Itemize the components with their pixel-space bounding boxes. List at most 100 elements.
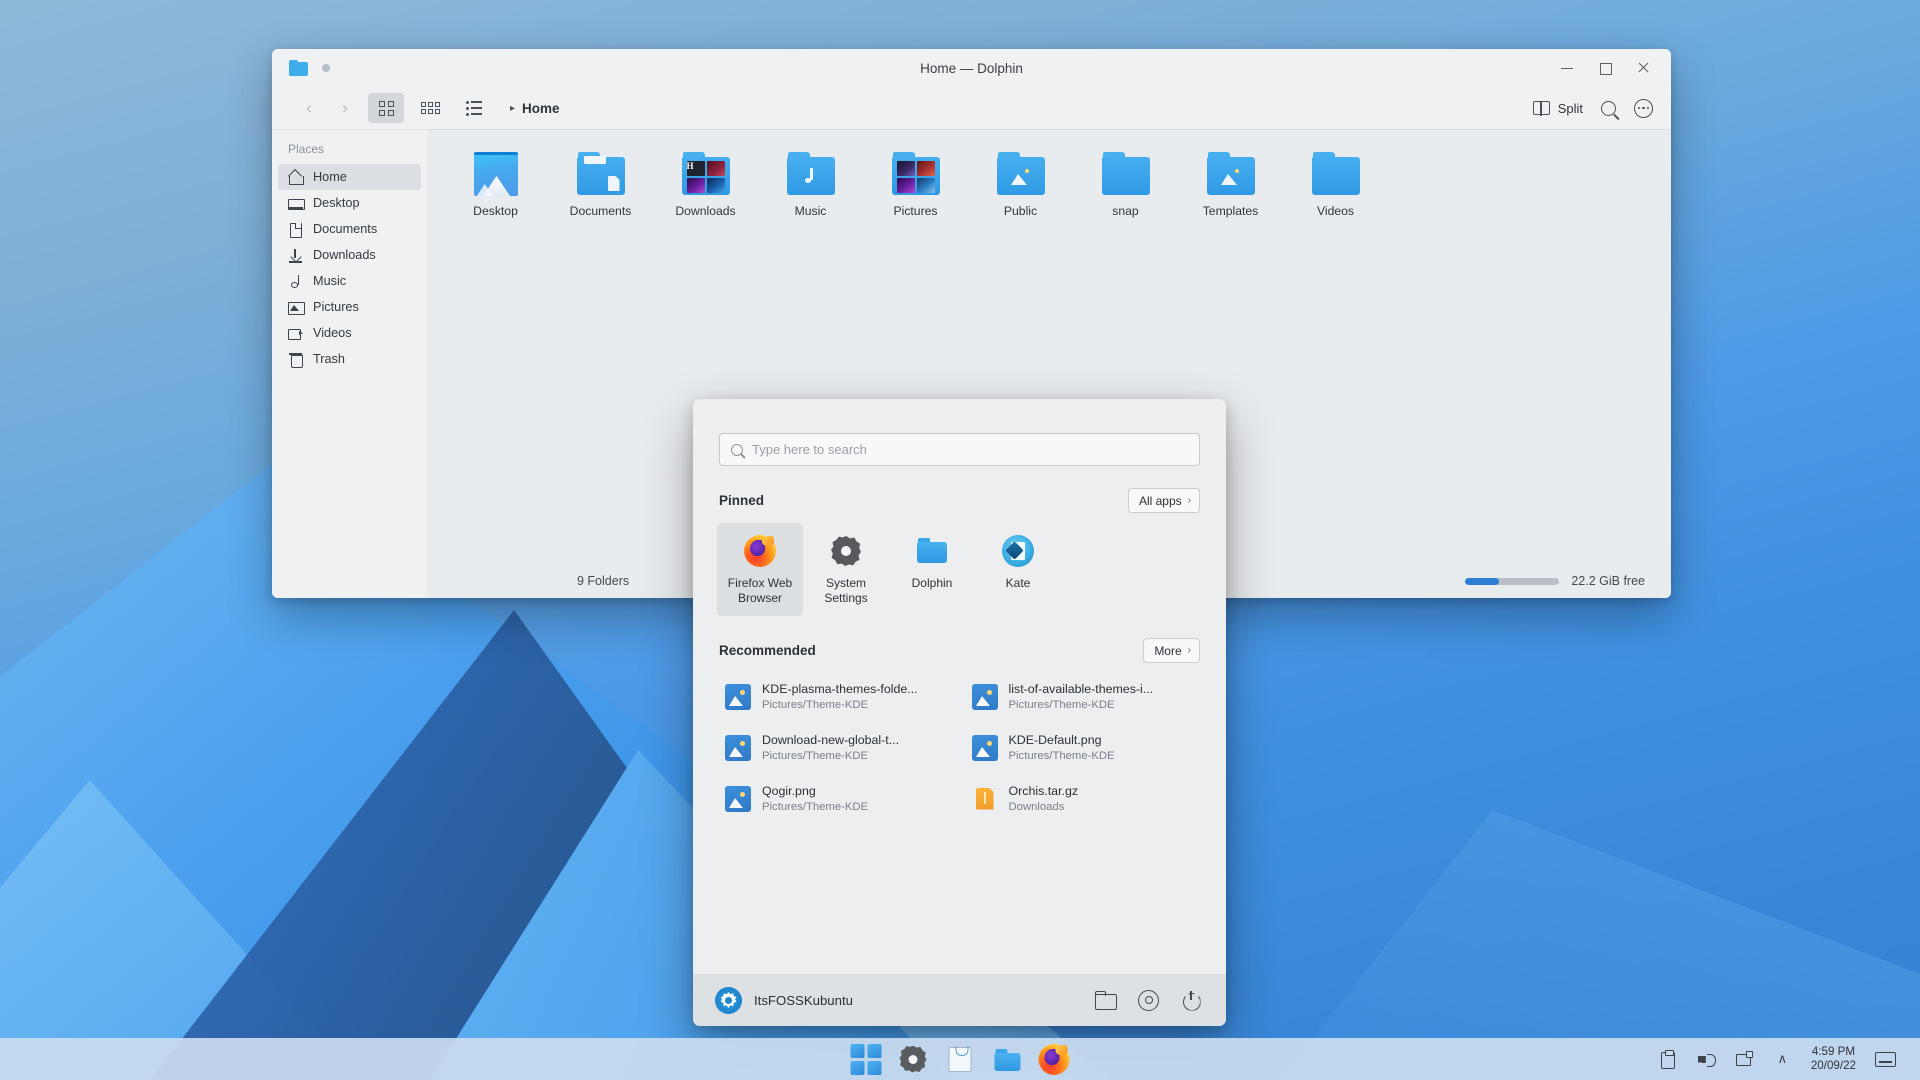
close-icon[interactable] xyxy=(1635,60,1651,76)
archive-file-icon xyxy=(972,786,998,812)
dolphin-icon[interactable] xyxy=(992,1044,1023,1075)
file-item[interactable]: Pictures xyxy=(863,148,968,238)
sidebar-item-documents[interactable]: Documents xyxy=(278,216,421,242)
file-item[interactable]: Documents xyxy=(548,148,653,238)
file-label: Desktop xyxy=(473,204,518,218)
titlebar-left-group xyxy=(282,60,330,76)
file-path: Pictures/Theme-KDE xyxy=(1008,750,1115,762)
clock-date: 20/09/22 xyxy=(1810,1059,1856,1072)
picture-overlay-icon xyxy=(1010,169,1032,185)
search-icon[interactable] xyxy=(1601,100,1616,116)
file-item[interactable]: Videos xyxy=(1283,148,1388,238)
settings-button[interactable] xyxy=(1138,989,1159,1011)
trash-icon xyxy=(288,352,303,368)
sidebar-item-desktop[interactable]: Desktop xyxy=(278,190,421,216)
places-sidebar[interactable]: Places Home Desktop Documents Downloads xyxy=(272,130,427,598)
taskbar[interactable]: ∧ 4:59 PM 20/09/22 xyxy=(0,1038,1920,1080)
music-icon xyxy=(288,274,303,289)
sidebar-item-downloads[interactable]: Downloads xyxy=(278,242,421,268)
all-apps-button[interactable]: All apps › xyxy=(1127,488,1200,513)
app-system-settings[interactable]: System Settings xyxy=(803,523,889,616)
folder-icon xyxy=(916,535,948,567)
folder-thumbnail xyxy=(576,152,626,196)
file-item[interactable]: Templates xyxy=(1178,148,1283,238)
compact-view-button[interactable] xyxy=(412,93,448,123)
wallpaper-preview-icon xyxy=(473,152,518,196)
menu-icon[interactable] xyxy=(1634,98,1653,118)
back-button[interactable]: ‹ xyxy=(294,94,324,122)
toolbar-right-group[interactable]: Split xyxy=(1532,98,1653,118)
chevron-up-icon[interactable]: ∧ xyxy=(1773,1050,1792,1069)
clock-time: 4:59 PM xyxy=(1811,1045,1856,1058)
file-item[interactable]: Public xyxy=(968,148,1073,238)
tab-indicator-dot xyxy=(322,64,330,72)
maximize-icon[interactable] xyxy=(1597,60,1613,76)
pinned-header: Pinned All apps › xyxy=(693,466,1226,513)
network-icon[interactable] xyxy=(1735,1050,1754,1069)
clipboard-icon[interactable] xyxy=(1659,1049,1678,1069)
sidebar-item-home[interactable]: Home xyxy=(278,164,421,190)
folder-thumbnail xyxy=(1101,152,1151,196)
app-firefox[interactable]: Firefox Web Browser xyxy=(717,523,803,616)
folder-thumbnail: H xyxy=(681,152,731,196)
forward-button[interactable]: › xyxy=(330,94,360,122)
clock[interactable]: 4:59 PM 20/09/22 xyxy=(1811,1045,1856,1073)
breadcrumb-arrow-icon: ▸ xyxy=(510,102,516,114)
application-launcher[interactable]: Type here to search Pinned All apps › Fi… xyxy=(693,399,1226,1026)
volume-icon[interactable] xyxy=(1697,1050,1716,1069)
icons-view-button[interactable] xyxy=(368,93,404,123)
dolphin-titlebar[interactable]: Home — Dolphin xyxy=(272,49,1671,87)
details-view-button[interactable] xyxy=(456,93,492,123)
desktop: Home — Dolphin ‹ › ▸ Home Split Places H… xyxy=(0,0,1920,1080)
videos-icon xyxy=(288,326,303,341)
app-kate[interactable]: Kate xyxy=(975,523,1061,616)
user-button[interactable]: ItsFOSSKubuntu xyxy=(715,986,853,1014)
file-item[interactable]: Desktop xyxy=(443,148,548,238)
file-path: Pictures/Theme-KDE xyxy=(762,699,869,711)
item-count: 9 Folders xyxy=(577,574,630,588)
sidebar-item-music[interactable]: Music xyxy=(278,268,421,294)
folder-icon xyxy=(1311,152,1361,196)
list-item[interactable]: list-of-available-themes-i... Pictures/T… xyxy=(964,673,1203,720)
app-dolphin[interactable]: Dolphin xyxy=(889,523,975,616)
sidebar-item-pictures[interactable]: Pictures xyxy=(278,294,421,320)
chevron-right-icon: › xyxy=(1187,495,1191,506)
breadcrumb[interactable]: ▸ Home xyxy=(510,101,560,116)
power-button[interactable] xyxy=(1181,990,1202,1011)
file-item[interactable]: Music xyxy=(758,148,863,238)
kickoff-icon[interactable] xyxy=(850,1043,882,1075)
more-button[interactable]: More › xyxy=(1143,638,1200,663)
minimize-icon[interactable] xyxy=(1559,60,1575,76)
discover-icon[interactable] xyxy=(945,1044,976,1075)
sidebar-item-trash[interactable]: Trash xyxy=(278,346,421,372)
list-item[interactable]: Download-new-global-t... Pictures/Theme-… xyxy=(717,724,956,771)
window-title: Home — Dolphin xyxy=(920,60,1023,76)
search-input[interactable]: Type here to search xyxy=(719,433,1200,466)
app-label: Firefox Web Browser xyxy=(727,576,793,605)
system-tray: ∧ 4:59 PM 20/09/22 xyxy=(1659,1045,1920,1073)
show-desktop-icon[interactable] xyxy=(1875,1051,1896,1067)
window-controls[interactable] xyxy=(1559,60,1661,76)
list-item[interactable]: Qogir.png Pictures/Theme-KDE xyxy=(717,775,956,822)
thumbnail-previews xyxy=(896,161,935,193)
app-label: System Settings xyxy=(824,576,868,605)
file-label: Videos xyxy=(1316,204,1355,218)
wallpaper-shape xyxy=(1280,810,1920,1080)
file-name: Orchis.tar.gz xyxy=(1008,784,1079,798)
files-button[interactable] xyxy=(1095,990,1117,1011)
split-button[interactable]: Split xyxy=(1532,100,1583,116)
sidebar-item-label: Trash xyxy=(313,352,345,366)
file-label: Documents xyxy=(569,204,632,218)
file-item[interactable]: H Downloads xyxy=(653,148,758,238)
free-space-label: 22.2 GiB free xyxy=(1571,574,1645,588)
firefox-icon[interactable] xyxy=(1038,1043,1070,1075)
list-item[interactable]: KDE-plasma-themes-folde... Pictures/Them… xyxy=(717,673,956,720)
dolphin-toolbar[interactable]: ‹ › ▸ Home Split xyxy=(272,87,1671,130)
breadcrumb-home[interactable]: Home xyxy=(522,101,560,116)
all-apps-label: All apps xyxy=(1138,493,1182,508)
system-settings-icon[interactable] xyxy=(898,1044,929,1075)
file-item[interactable]: snap xyxy=(1073,148,1178,238)
sidebar-item-videos[interactable]: Videos xyxy=(278,320,421,346)
list-item[interactable]: Orchis.tar.gz Downloads xyxy=(964,775,1203,822)
list-item[interactable]: KDE-Default.png Pictures/Theme-KDE xyxy=(964,724,1203,771)
